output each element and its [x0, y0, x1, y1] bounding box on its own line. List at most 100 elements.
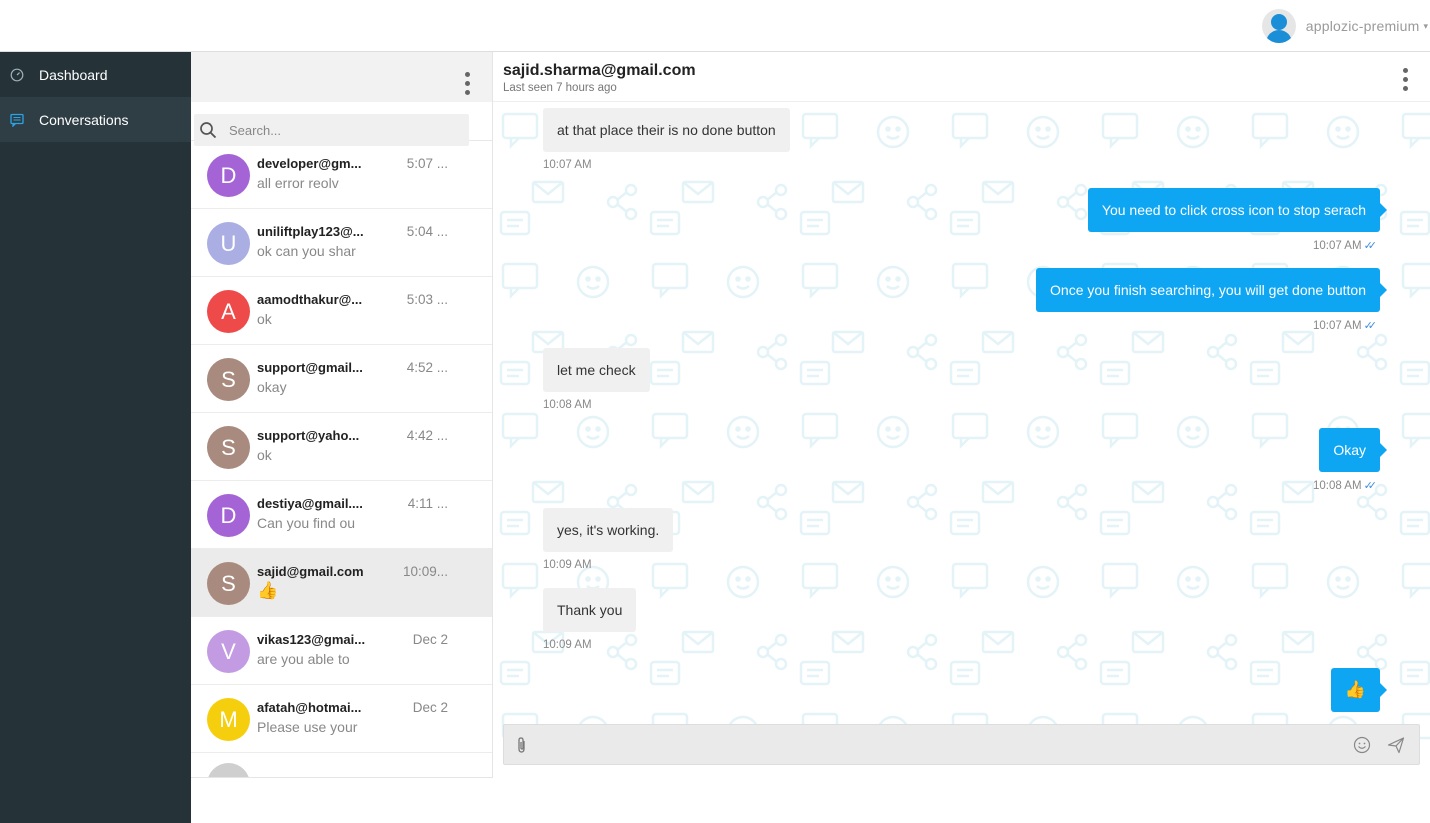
conversation-item[interactable]: S support@gmail... 4:52 ... okay — [191, 345, 492, 413]
conversation-name: afatah@hotmai... — [257, 700, 362, 715]
conversation-name: support@yaho... — [257, 428, 360, 443]
sidebar-item-conversations[interactable]: Conversations — [0, 97, 191, 142]
conversation-list: D developer@gm... 5:07 ... all error reo… — [191, 52, 493, 778]
conversation-list-header — [191, 52, 492, 102]
conversation-preview: all error reolv — [257, 175, 339, 191]
conversation-name: vikas123@gmai... — [257, 632, 366, 647]
search-input[interactable] — [229, 122, 449, 138]
user-name[interactable]: applozic-premium — [1306, 18, 1420, 34]
message-input[interactable] — [540, 735, 1340, 751]
message-text: 👍 — [1344, 680, 1366, 699]
conversation-preview: 👍 — [257, 581, 279, 600]
avatar — [207, 763, 250, 777]
conversation-preview: okay — [257, 379, 287, 395]
conversation-preview: Please use your — [257, 719, 358, 735]
chat-panel: sajid.sharma@gmail.com Last seen 7 hours… — [493, 52, 1430, 778]
conversation-time: Dec 2 — [412, 700, 448, 715]
message-bubble-outgoing[interactable]: Okay — [1319, 428, 1387, 472]
message-text: at that place their is no done button — [557, 122, 776, 138]
conversation-time: 4:42 ... — [406, 428, 448, 443]
avatar: S — [207, 562, 250, 605]
message-bubble-outgoing[interactable]: You need to click cross icon to stop ser… — [1087, 188, 1388, 232]
attachment-icon[interactable] — [514, 736, 530, 754]
conversation-preview: are you able to — [257, 651, 350, 667]
conversation-name: aamodthakur@... — [257, 292, 363, 307]
message-bubble-incoming[interactable]: Thank you — [543, 588, 637, 632]
read-receipt-icon: ✓✓ — [1363, 480, 1378, 492]
top-bar: applozic-premium ▾ — [0, 0, 1430, 52]
conversation-item[interactable]: V vikas123@gmai... Dec 2 are you able to — [191, 617, 492, 685]
chat-header: sajid.sharma@gmail.com Last seen 7 hours… — [493, 52, 1430, 102]
conversation-time: 10:09... — [402, 564, 448, 579]
search-row — [191, 102, 492, 146]
conversation-name: support@gmail... — [257, 360, 363, 375]
avatar: S — [207, 358, 250, 401]
message-text: Okay — [1333, 442, 1366, 458]
message-bubble-incoming[interactable]: at that place their is no done button — [543, 108, 790, 152]
speedometer-icon — [10, 68, 24, 82]
chat-title[interactable]: sajid.sharma@gmail.com — [503, 62, 696, 80]
avatar: V — [207, 630, 250, 673]
conversation-item[interactable] — [191, 753, 492, 777]
message-bubble-incoming[interactable]: yes, it's working. — [543, 508, 674, 552]
emoji-icon[interactable] — [1353, 736, 1371, 754]
message-bubble-outgoing[interactable]: 👍 — [1330, 668, 1388, 712]
conversation-item[interactable]: U uniliftplay123@... 5:04 ... ok can you… — [191, 209, 492, 277]
message-text: yes, it's working. — [557, 522, 660, 538]
message-time-row: 10:07 AM ✓✓ — [1312, 319, 1377, 332]
conversation-preview: ok — [257, 447, 272, 463]
conversation-item[interactable]: S support@yaho... 4:42 ... ok — [191, 413, 492, 481]
sidebar-item-label: Dashboard — [39, 66, 108, 83]
message-time: 10:07 AM — [1312, 320, 1362, 332]
conversation-item[interactable]: D destiya@gmail.... 4:11 ... Can you fin… — [191, 481, 492, 549]
avatar: U — [207, 222, 250, 265]
conversation-item[interactable]: A aamodthakur@... 5:03 ... ok — [191, 277, 492, 345]
conversation-name: developer@gm... — [257, 156, 362, 171]
message-text: Thank you — [557, 602, 623, 618]
sidebar: Dashboard Conversations — [0, 52, 191, 823]
more-options-icon[interactable] — [1402, 68, 1408, 91]
user-menu[interactable]: applozic-premium ▾ — [1261, 6, 1430, 46]
message-time: 10:08 AM — [543, 399, 592, 411]
conversation-preview: ok can you shar — [257, 243, 356, 259]
message-time: 10:09 AM — [543, 559, 592, 571]
message-text: Once you finish searching, you will get … — [1050, 282, 1366, 298]
conversation-time: 5:03 ... — [406, 292, 448, 307]
message-time: 10:07 AM — [543, 159, 592, 171]
sidebar-item-dashboard[interactable]: Dashboard — [0, 52, 191, 97]
message-composer — [503, 724, 1420, 765]
user-avatar-icon[interactable] — [1261, 9, 1296, 43]
conversation-name: uniliftplay123@... — [257, 224, 364, 239]
message-bubble-incoming[interactable]: let me check — [543, 348, 650, 392]
message-time-row: 10:08 AM ✓✓ — [1312, 479, 1378, 492]
conversation-time: 4:11 ... — [407, 496, 448, 511]
more-options-icon[interactable] — [464, 72, 470, 95]
message-time: 10:09 AM — [543, 639, 592, 651]
message-bubble-outgoing[interactable]: Once you finish searching, you will get … — [1036, 268, 1387, 312]
avatar: D — [207, 154, 250, 197]
chevron-down-icon[interactable]: ▾ — [1423, 21, 1428, 32]
conversation-preview: ok — [257, 311, 272, 327]
message-text: let me check — [557, 362, 636, 378]
avatar: S — [207, 426, 250, 469]
conversation-item[interactable]: D developer@gm... 5:07 ... all error reo… — [191, 141, 492, 209]
message-time: 10:08 AM — [1312, 480, 1362, 492]
sidebar-item-label: Conversations — [39, 111, 129, 128]
conversation-item[interactable]: M afatah@hotmai... Dec 2 Please use your — [191, 685, 492, 753]
read-receipt-icon: ✓✓ — [1363, 240, 1378, 252]
avatar: M — [207, 698, 250, 741]
avatar: D — [207, 494, 250, 537]
chat-icon — [10, 113, 24, 127]
conversation-name: destiya@gmail.... — [257, 496, 363, 511]
send-icon[interactable] — [1387, 736, 1405, 754]
search-icon — [199, 121, 217, 139]
conversation-time: Dec 2 — [412, 632, 448, 647]
message-time-row: 10:07 AM ✓✓ — [1313, 239, 1378, 252]
avatar: A — [207, 290, 250, 333]
last-seen-status: Last seen 7 hours ago — [503, 82, 617, 94]
conversation-time: 5:07 ... — [406, 156, 448, 171]
conversation-preview: Can you find ou — [257, 515, 356, 531]
conversation-item[interactable]: S sajid@gmail.com 10:09... 👍 — [191, 549, 492, 617]
conversation-time: 5:04 ... — [406, 224, 448, 239]
conversation-time: 4:52 ... — [406, 360, 448, 375]
